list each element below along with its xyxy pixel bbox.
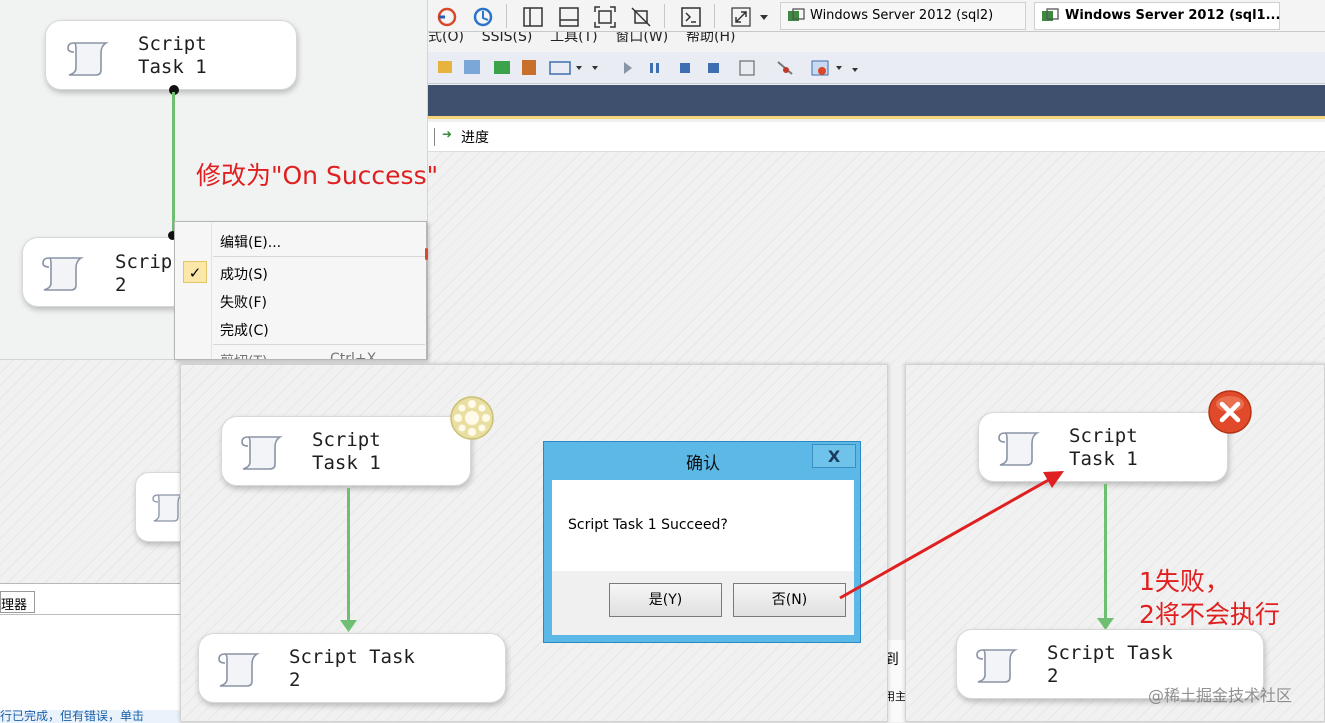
running-spinner-icon [450,396,494,440]
middle-panel: Script Task 1 Script Task 2 确认 X Script … [180,364,888,722]
script-task-icon [218,653,260,687]
error-icon [1208,390,1252,434]
vm-tab-sql2[interactable]: Windows Server 2012 (sql2) [780,2,1026,30]
menu-item-cut-shortcut: Ctrl+X [330,351,377,360]
vm-tab-sql1[interactable]: Windows Server 2012 (sql1... [1034,2,1280,30]
dialog-body: Script Task 1 Succeed? 是(Y) 否(N) [552,480,854,635]
split-vertical-icon[interactable] [522,6,544,28]
confirm-dialog: 确认 X Script Task 1 Succeed? 是(Y) 否(N) [543,441,861,643]
yes-button-label: 是(Y) [648,592,683,608]
annotation-line2: 2将不会执行 [1139,600,1280,629]
script-task-1[interactable]: Script Task 1 [45,20,297,90]
menu-item-failure[interactable]: 失败(F) [220,292,267,312]
script-task-1[interactable]: Script Task 1 [978,412,1228,482]
fit-screen-icon[interactable] [594,6,616,28]
background-bottom-panel: 理器 行已完成，但有错误，单击 [0,583,180,723]
status-text: 行已完成，但有错误，单击 [0,710,145,723]
designer-tab-strip [428,85,1325,119]
toolbar-icon-strip[interactable] [428,56,868,80]
precedence-constraint-line[interactable] [1104,484,1107,622]
task-name: Scrip 2 [115,251,173,296]
menu-bar: 式(O) SSIS(S) 工具(T) 窗口(W) 帮助(H) [428,32,1325,52]
menu-item-success[interactable]: 成功(S) [220,264,268,284]
script-task-1[interactable]: Script Task 1 [221,416,471,486]
undo-history-icon[interactable] [436,6,458,28]
split-horizontal-icon[interactable] [558,6,580,28]
top-left-panel: Script Task 1 修改为"On Success" Scrip 2 编辑… [0,0,438,360]
no-button-label: 否(N) [771,592,808,608]
solution-explorer-tab[interactable]: 理器 [0,591,35,613]
precedence-constraint-line[interactable] [172,92,175,237]
yes-button[interactable]: 是(Y) [609,583,722,617]
constraint-arrowhead-icon [340,620,357,632]
menu-item-cut[interactable]: 剪切(T) [220,351,267,359]
task-name: Script Task 1 [1069,425,1138,470]
dialog-message: Script Task 1 Succeed? [568,517,728,533]
background-lower-canvas [0,360,195,585]
vm-icon [1042,8,1059,21]
task-name: Script Task 1 [312,429,381,474]
right-panel: Script Task 1 Script Task 2 1失败， 2将不会执行 [905,364,1325,722]
designer-subtab-row: ➜ 进度 [428,122,1325,152]
fullscreen-icon[interactable] [730,6,752,28]
dialog-button-bar: 是(Y) 否(N) [552,571,854,635]
script-task-icon [67,42,109,76]
progress-tab-arrow-icon: ➜ [442,127,453,141]
close-icon: X [827,447,841,466]
precedence-constraint-line[interactable] [347,488,350,628]
script-task-icon [998,432,1040,466]
menu-bar-text[interactable]: 式(O) SSIS(S) 工具(T) 窗口(W) 帮助(H) [428,32,735,46]
task-name: Script Task 1 [138,33,207,78]
script-task-icon [976,649,1018,683]
annotation-text: 修改为"On Success" [196,161,439,190]
no-fit-icon[interactable] [630,6,652,28]
context-menu: 编辑(E)... ✓ 成功(S) 失败(F) 完成(C) 剪切(T) Ctrl+… [174,221,427,360]
watermark: @稀土掘金技术社区 [1148,686,1293,705]
background-design-canvas [428,152,1325,367]
script-task-icon [42,257,84,291]
script-task-2[interactable]: Script Task 2 [198,633,506,703]
task-name: Script Task 2 [289,646,415,691]
console-icon[interactable] [680,6,702,28]
ssis-toolbar [428,52,1325,84]
script-task-icon [241,436,283,470]
menu-item-completion[interactable]: 完成(C) [220,320,269,340]
top-toolbar: Windows Server 2012 (sql2) Windows Serve… [428,0,1325,32]
vm-icon [788,8,805,21]
checkmark-icon: ✓ [183,261,207,283]
vm-tab-label: Windows Server 2012 (sql1... [1065,8,1281,23]
tab-progress[interactable]: 进度 [461,127,489,147]
vm-tab-label: Windows Server 2012 (sql2) [810,8,994,23]
no-button[interactable]: 否(N) [733,583,846,617]
red-marker-partial [425,248,428,260]
dialog-close-button[interactable]: X [812,444,856,468]
menu-item-edit[interactable]: 编辑(E)... [220,232,281,252]
dropdown-arrow-icon[interactable] [758,6,770,28]
annotation-line1: 1失败， [1139,567,1230,596]
redo-history-icon[interactable] [472,6,494,28]
